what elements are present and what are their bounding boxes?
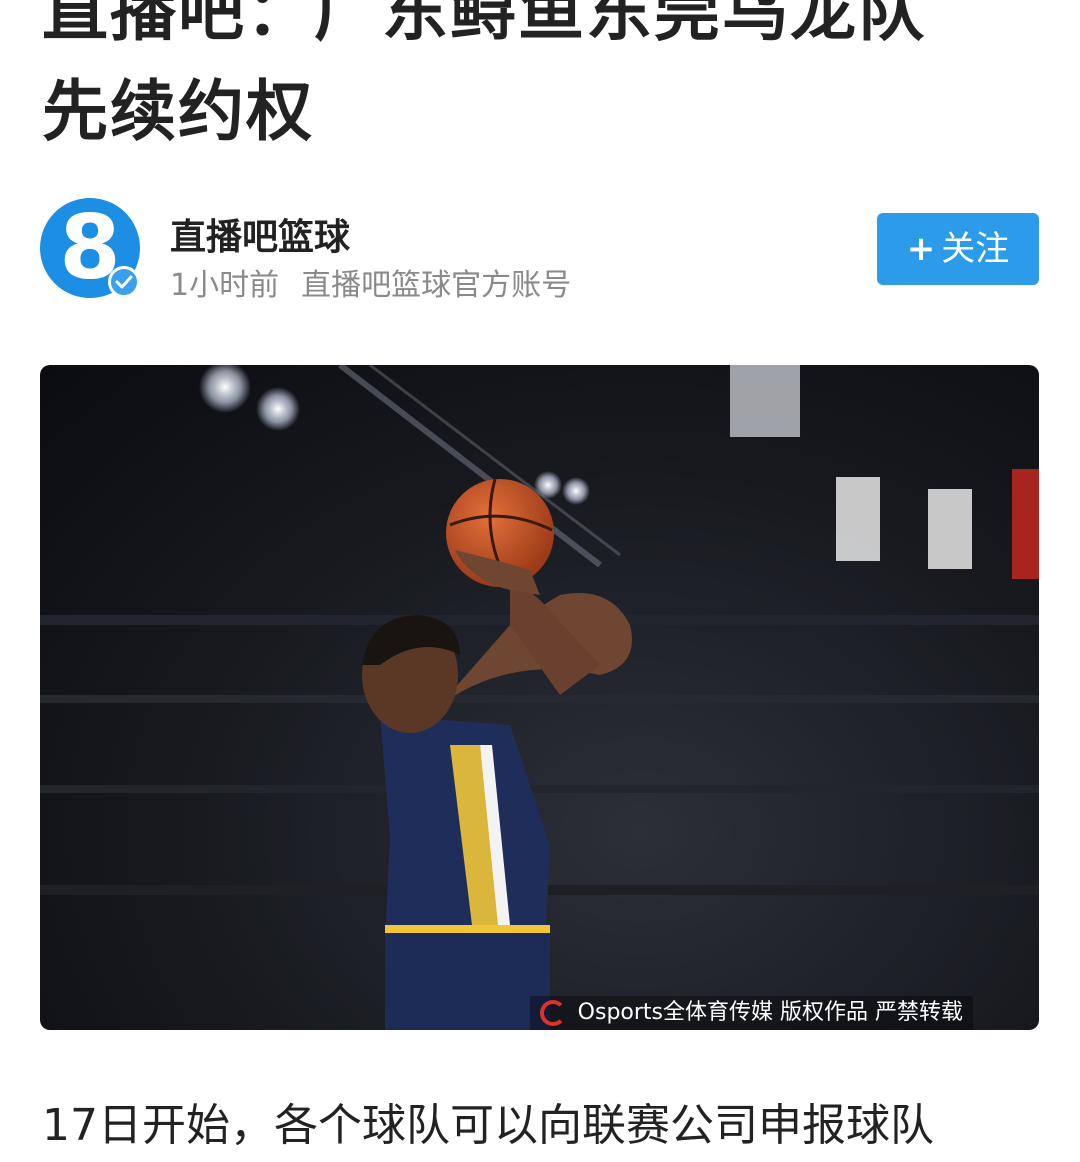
verified-icon [108,266,140,298]
article-body-text: 17日开始，各个球队可以向联赛公司申报球队 [42,1100,934,1151]
author-avatar[interactable]: 8 [40,198,140,298]
photo-watermark: Osports全体育传媒 版权作品 严禁转载 [529,996,973,1030]
article-title: 直播吧：广东鲟鱼东莞乌龙队 先续约权 [42,0,1042,162]
author-name[interactable]: 直播吧篮球 [170,208,350,260]
author-description: 直播吧篮球官方账号 [301,268,572,303]
osports-logo-icon [539,1000,566,1026]
follow-button-label: 关注 [941,229,1010,269]
article-title-line-1: 直播吧：广东鲟鱼东莞乌龙队 [42,0,926,50]
follow-button[interactable]: + 关注 [877,213,1039,285]
article-title-line-2: 先续约权 [42,73,314,150]
plus-icon: + [906,229,936,269]
article-photo[interactable]: Osports全体育传媒 版权作品 严禁转载 [40,365,1039,1030]
author-row: 8 直播吧篮球 1小时前 直播吧篮球官方账号 + 关注 [40,198,1040,303]
author-meta: 1小时前 直播吧篮球官方账号 [170,260,593,304]
photo-watermark-text: Osports全体育传媒 版权作品 严禁转载 [577,1000,963,1025]
photo-illustration [40,365,1039,1030]
publish-time: 1小时前 [170,268,280,303]
